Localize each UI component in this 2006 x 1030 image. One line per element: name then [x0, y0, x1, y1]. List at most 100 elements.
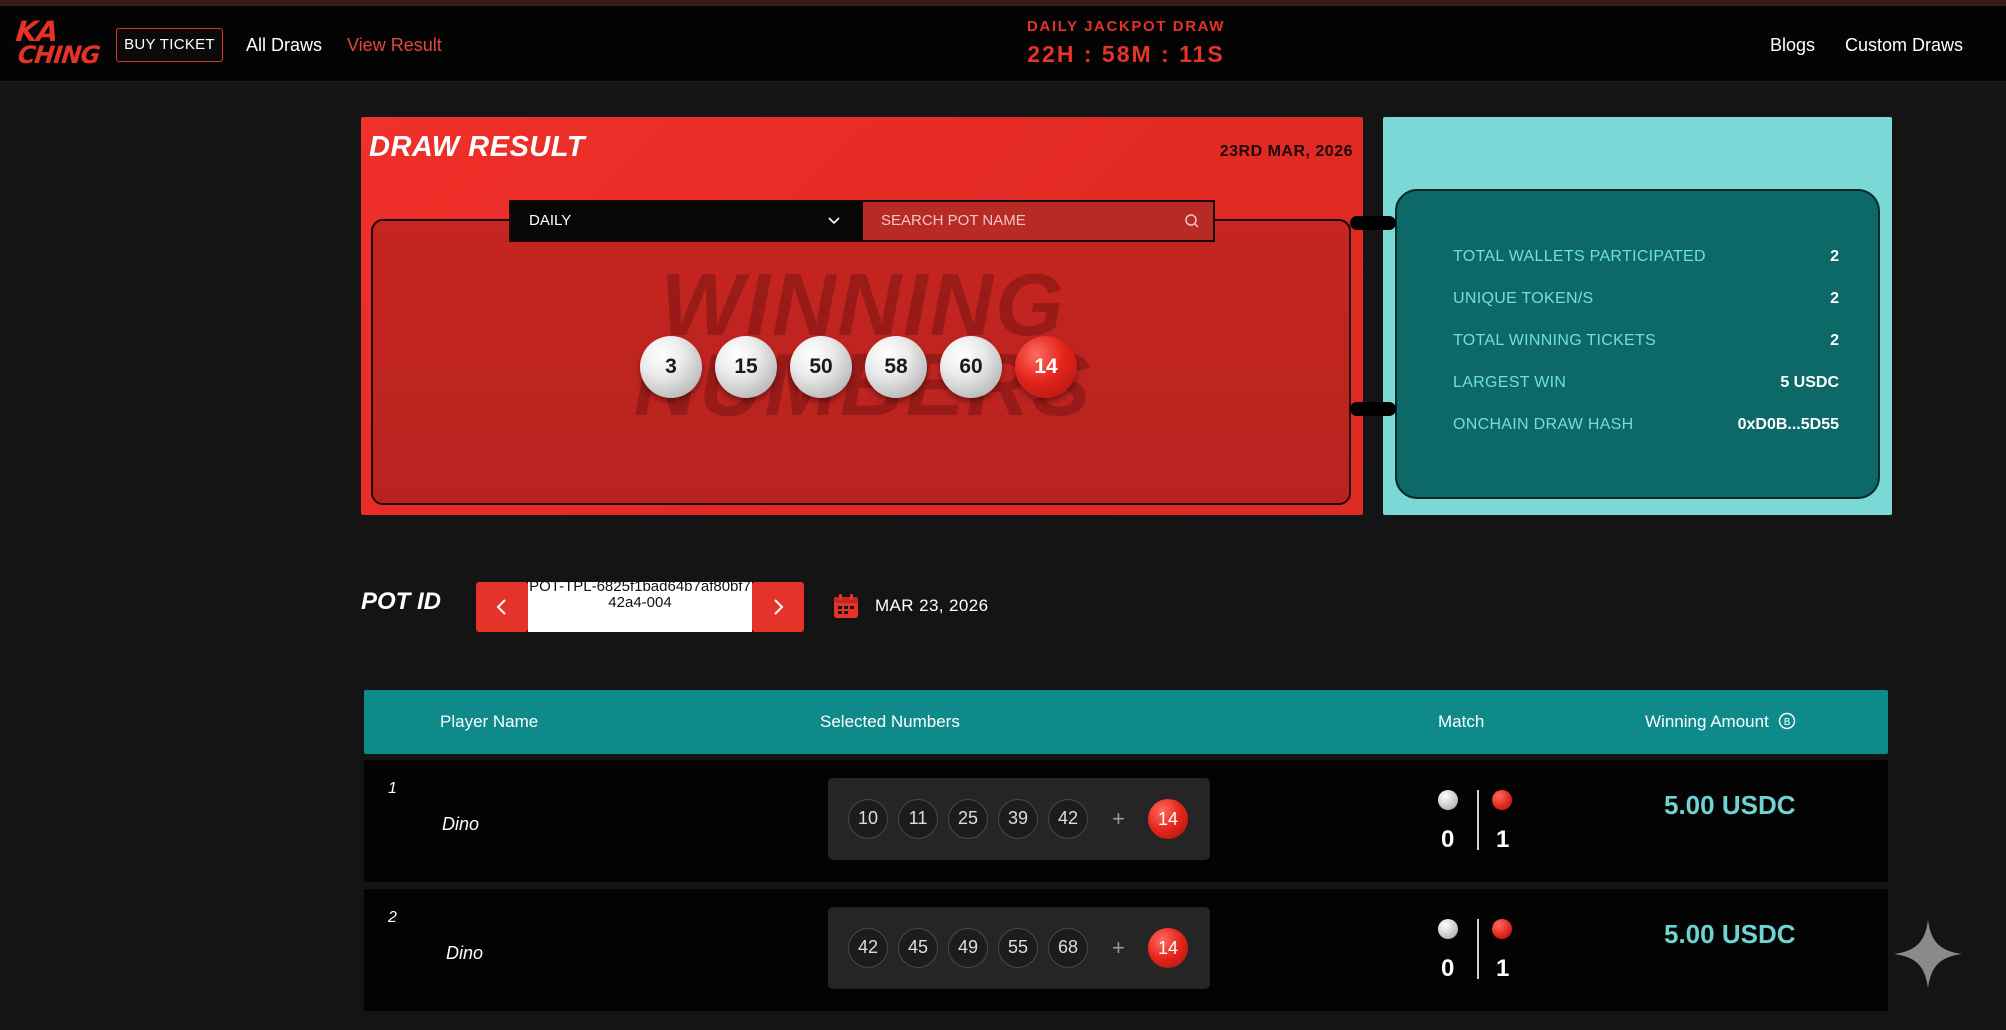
stat-onchain-hash: ONCHAIN DRAW HASH 0xD0B...5D55: [1453, 416, 1839, 438]
col-player-name: Player Name: [440, 712, 539, 731]
match-count: 0 1: [1424, 919, 1544, 989]
nav-all-draws[interactable]: All Draws: [246, 34, 322, 56]
countdown-timer: 22H : 58M : 11S: [1027, 41, 1225, 67]
chevron-right-icon: [774, 599, 784, 615]
red-ball-icon: [1492, 790, 1512, 810]
draw-date: 23RD MAR, 2026: [1219, 143, 1353, 160]
stat-label: TOTAL WALLETS PARTICIPATED: [1453, 248, 1706, 265]
stat-unique-tokens: UNIQUE TOKEN/S 2: [1453, 290, 1839, 312]
draw-type-select[interactable]: DAILY: [511, 202, 863, 240]
stat-label: ONCHAIN DRAW HASH: [1453, 416, 1634, 433]
calendar-icon[interactable]: [832, 592, 860, 620]
pot-id-label: POT ID: [361, 588, 442, 615]
stat-value: 2: [1830, 290, 1839, 307]
picked-number: 68: [1048, 928, 1088, 968]
picked-number: 11: [898, 799, 938, 839]
col-selected-numbers: Selected Numbers: [820, 712, 960, 731]
bonus-ball: 14: [1015, 336, 1077, 398]
winning-amount: 5.00 USDC: [1664, 919, 1796, 949]
winning-numbers-panel: WINNING NUMBERS: [371, 219, 1351, 505]
stat-label: UNIQUE TOKEN/S: [1453, 290, 1594, 307]
player-name: Dino: [446, 943, 484, 963]
buy-ticket-button[interactable]: BUY TICKET: [116, 28, 223, 62]
selected-numbers: 42 45 49 55 68 + 14: [828, 907, 1210, 989]
match-divider: [1477, 790, 1479, 850]
search-icon[interactable]: [1183, 212, 1201, 230]
row-index: 1: [388, 780, 397, 797]
chevron-left-icon: [496, 599, 506, 615]
chevron-down-icon: [828, 217, 840, 225]
winning-amount: 5.00 USDC: [1664, 790, 1796, 820]
stat-value: 5 USDC: [1780, 374, 1839, 391]
search-pot-placeholder: SEARCH POT NAME: [881, 212, 1026, 229]
nav-view-result[interactable]: View Result: [347, 34, 442, 56]
table-row[interactable]: 2 Dino 42 45 49 55 68 + 14 0 1 5.00 USDC: [364, 889, 1888, 1011]
pot-date: MAR 23, 2026: [875, 596, 989, 615]
previous-pot-button[interactable]: [476, 582, 528, 632]
card-connector: [1350, 216, 1396, 230]
red-match-count: 1: [1496, 826, 1510, 853]
picked-number: 42: [1048, 799, 1088, 839]
stat-value: 2: [1830, 332, 1839, 349]
top-navbar: KA CHING BUY TICKET All Draws View Resul…: [0, 6, 2006, 82]
winning-ball: 58: [865, 336, 927, 398]
picked-number: 39: [998, 799, 1038, 839]
watermark-numbers: NUMBERS: [633, 335, 1093, 434]
logo-line-2: CHING: [16, 41, 101, 69]
winning-ball: 60: [940, 336, 1002, 398]
red-match-count: 1: [1496, 955, 1510, 982]
picked-number: 45: [898, 928, 938, 968]
col-match: Match: [1438, 712, 1485, 731]
next-pot-button[interactable]: [752, 582, 804, 632]
picked-number: 49: [948, 928, 988, 968]
draw-result-title: DRAW RESULT: [369, 131, 586, 163]
white-match-count: 0: [1441, 826, 1455, 853]
picked-number: 10: [848, 799, 888, 839]
stat-label: TOTAL WINNING TICKETS: [1453, 332, 1657, 349]
winning-ball: 50: [790, 336, 852, 398]
pot-id-value: POT-TPL-6825f1bad64b7af80bf742a4-004: [528, 582, 752, 632]
col-winning-amount: Winning Amount B: [1645, 712, 1796, 732]
draw-type-value: DAILY: [529, 212, 572, 229]
draw-result-card: DRAW RESULT 23RD MAR, 2026 WINNING NUMBE…: [361, 117, 1363, 515]
plus-sign: +: [1112, 935, 1125, 960]
white-ball-icon: [1438, 919, 1458, 939]
search-pot-input[interactable]: SEARCH POT NAME: [863, 202, 1213, 240]
draw-stats-panel: TOTAL WALLETS PARTICIPATED 2 UNIQUE TOKE…: [1395, 189, 1880, 499]
nav-custom-draws[interactable]: Custom Draws: [1845, 34, 1963, 56]
card-connector: [1350, 402, 1396, 416]
row-index: 2: [388, 909, 397, 926]
winning-ball: 3: [640, 336, 702, 398]
results-table-header: Player Name Selected Numbers Match Winni…: [364, 690, 1888, 754]
stat-value: 2: [1830, 248, 1839, 265]
player-name: Dino: [442, 814, 480, 834]
svg-text:B: B: [1783, 717, 1790, 728]
kaching-logo[interactable]: KA CHING: [14, 15, 101, 72]
picked-bonus-number: 14: [1148, 928, 1188, 968]
jackpot-title: DAILY JACKPOT DRAW: [1027, 18, 1225, 35]
stat-label: LARGEST WIN: [1453, 374, 1567, 391]
plus-sign: +: [1112, 806, 1125, 831]
col-winning-amount-label: Winning Amount: [1645, 712, 1769, 731]
stat-total-wallets: TOTAL WALLETS PARTICIPATED 2: [1453, 248, 1839, 270]
winning-ball: 15: [715, 336, 777, 398]
table-row[interactable]: 1 Dino 10 11 25 39 42 + 14 0 1 5.00 USDC: [364, 760, 1888, 882]
pot-id-text: POT-TPL-6825f1bad64b7af80bf742a4-004: [529, 582, 751, 611]
coin-icon: B: [1778, 712, 1795, 730]
selected-numbers: 10 11 25 39 42 + 14: [828, 778, 1210, 860]
jackpot-countdown: DAILY JACKPOT DRAW 22H : 58M : 11S: [1000, 17, 1252, 69]
draw-stats-card: TOTAL WALLETS PARTICIPATED 2 UNIQUE TOKE…: [1383, 117, 1892, 515]
red-ball-icon: [1492, 919, 1512, 939]
picked-bonus-number: 14: [1148, 799, 1188, 839]
match-count: 0 1: [1424, 790, 1544, 860]
nav-blogs[interactable]: Blogs: [1770, 34, 1815, 56]
picked-number: 55: [998, 928, 1038, 968]
pot-id-navigator: POT-TPL-6825f1bad64b7af80bf742a4-004: [476, 582, 804, 632]
match-divider: [1477, 919, 1479, 979]
stat-largest-win: LARGEST WIN 5 USDC: [1453, 374, 1839, 396]
stat-value[interactable]: 0xD0B...5D55: [1738, 416, 1839, 434]
picked-number: 25: [948, 799, 988, 839]
white-match-count: 0: [1441, 955, 1455, 982]
sparkle-icon[interactable]: [1892, 918, 1964, 990]
stat-total-winning-tickets: TOTAL WINNING TICKETS 2: [1453, 332, 1839, 354]
